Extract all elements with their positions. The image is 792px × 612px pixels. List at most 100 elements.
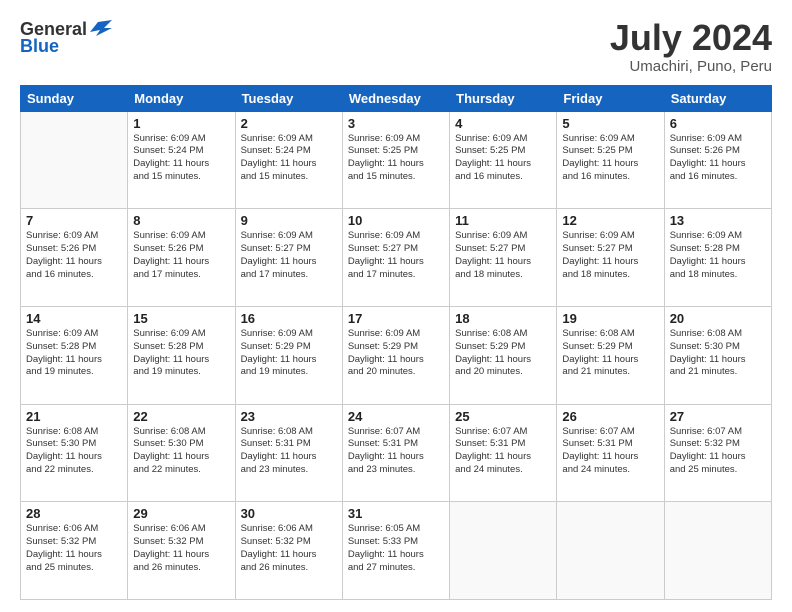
logo: General Blue [20, 18, 112, 57]
day-number: 29 [133, 506, 229, 521]
calendar-cell: 8 Sunrise: 6:09 AMSunset: 5:26 PMDaylight… [128, 209, 235, 307]
calendar-header-row: SundayMondayTuesdayWednesdayThursdayFrid… [21, 85, 772, 111]
calendar-cell: 4 Sunrise: 6:09 AMSunset: 5:25 PMDaylight… [450, 111, 557, 209]
day-info: Sunrise: 6:09 AMSunset: 5:28 PMDaylight:… [133, 328, 229, 379]
calendar-week-row: 14 Sunrise: 6:09 AMSunset: 5:28 PMDayligh… [21, 306, 772, 404]
calendar-week-row: 28 Sunrise: 6:06 AMSunset: 5:32 PMDayligh… [21, 502, 772, 600]
calendar-cell: 21Sunrise: 6:08 AMSunset: 5:30 PMDayligh… [21, 404, 128, 502]
calendar-table: SundayMondayTuesdayWednesdayThursdayFrid… [20, 85, 772, 600]
calendar-cell: 9 Sunrise: 6:09 AMSunset: 5:27 PMDaylight… [235, 209, 342, 307]
day-info: Sunrise: 6:09 AMSunset: 5:25 PMDaylight:… [455, 133, 551, 184]
day-info: Sunrise: 6:06 AMSunset: 5:32 PMDaylight:… [241, 523, 337, 574]
day-number: 14 [26, 311, 122, 326]
day-number: 4 [455, 116, 551, 131]
calendar-cell: 6Sunrise: 6:09 AMSunset: 5:26 PMDaylight… [664, 111, 771, 209]
calendar-cell: 31 Sunrise: 6:05 AMSunset: 5:33 PMDayligh… [342, 502, 449, 600]
day-number: 17 [348, 311, 444, 326]
day-info: Sunrise: 6:07 AMSunset: 5:31 PMDaylight:… [348, 426, 444, 477]
calendar-cell: 14 Sunrise: 6:09 AMSunset: 5:28 PMDayligh… [21, 306, 128, 404]
day-number: 1 [133, 116, 229, 131]
day-info: Sunrise: 6:09 AMSunset: 5:28 PMDaylight:… [26, 328, 122, 379]
day-info: Sunrise: 6:09 AMSunset: 5:27 PMDaylight:… [241, 230, 337, 281]
calendar-cell [557, 502, 664, 600]
calendar-cell [664, 502, 771, 600]
calendar-cell: 24Sunrise: 6:07 AMSunset: 5:31 PMDayligh… [342, 404, 449, 502]
calendar-header-sunday: Sunday [21, 85, 128, 111]
calendar-header-tuesday: Tuesday [235, 85, 342, 111]
calendar-cell: 23 Sunrise: 6:08 AMSunset: 5:31 PMDayligh… [235, 404, 342, 502]
calendar-week-row: 1 Sunrise: 6:09 AMSunset: 5:24 PMDaylight… [21, 111, 772, 209]
day-number: 12 [562, 213, 658, 228]
calendar-cell: 10 Sunrise: 6:09 AMSunset: 5:27 PMDayligh… [342, 209, 449, 307]
logo-blue-text: Blue [20, 36, 59, 57]
calendar-cell: 29Sunrise: 6:06 AMSunset: 5:32 PMDayligh… [128, 502, 235, 600]
calendar-header-wednesday: Wednesday [342, 85, 449, 111]
day-info: Sunrise: 6:09 AMSunset: 5:29 PMDaylight:… [348, 328, 444, 379]
calendar-cell: 13 Sunrise: 6:09 AMSunset: 5:28 PMDayligh… [664, 209, 771, 307]
calendar-cell: 27Sunrise: 6:07 AMSunset: 5:32 PMDayligh… [664, 404, 771, 502]
day-number: 9 [241, 213, 337, 228]
calendar-week-row: 7 Sunrise: 6:09 AMSunset: 5:26 PMDaylight… [21, 209, 772, 307]
day-info: Sunrise: 6:07 AMSunset: 5:31 PMDaylight:… [455, 426, 551, 477]
calendar-cell [21, 111, 128, 209]
calendar-cell: 19 Sunrise: 6:08 AMSunset: 5:29 PMDayligh… [557, 306, 664, 404]
calendar-cell [450, 502, 557, 600]
calendar-cell: 11 Sunrise: 6:09 AMSunset: 5:27 PMDayligh… [450, 209, 557, 307]
calendar-header-friday: Friday [557, 85, 664, 111]
day-number: 22 [133, 409, 229, 424]
calendar-cell: 18 Sunrise: 6:08 AMSunset: 5:29 PMDayligh… [450, 306, 557, 404]
day-number: 8 [133, 213, 229, 228]
day-number: 28 [26, 506, 122, 521]
location: Umachiri, Puno, Peru [610, 58, 772, 75]
day-number: 3 [348, 116, 444, 131]
day-number: 16 [241, 311, 337, 326]
day-info: Sunrise: 6:09 AMSunset: 5:28 PMDaylight:… [670, 230, 766, 281]
day-number: 11 [455, 213, 551, 228]
calendar-week-row: 21 Sunrise: 6:08 AMSunset: 5:30 PMDayligh… [21, 404, 772, 502]
day-info: Sunrise: 6:05 AMSunset: 5:33 PMDaylight:… [348, 523, 444, 574]
title-block: July 2024 Umachiri, Puno, Peru [610, 18, 772, 75]
day-info: Sunrise: 6:08 AMSunset: 5:29 PMDaylight:… [455, 328, 551, 379]
month-title: July 2024 [610, 18, 772, 58]
calendar-header-monday: Monday [128, 85, 235, 111]
calendar-cell: 3Sunrise: 6:09 AMSunset: 5:25 PMDaylight… [342, 111, 449, 209]
calendar-header-thursday: Thursday [450, 85, 557, 111]
day-number: 25 [455, 409, 551, 424]
calendar-header-saturday: Saturday [664, 85, 771, 111]
header: General Blue July 2024 Umachiri, Puno, P… [20, 18, 772, 75]
day-number: 10 [348, 213, 444, 228]
day-info: Sunrise: 6:09 AMSunset: 5:26 PMDaylight:… [133, 230, 229, 281]
day-info: Sunrise: 6:09 AMSunset: 5:24 PMDaylight:… [241, 133, 337, 184]
day-number: 2 [241, 116, 337, 131]
calendar-cell: 2 Sunrise: 6:09 AMSunset: 5:24 PMDaylight… [235, 111, 342, 209]
day-number: 6 [670, 116, 766, 131]
page: General Blue July 2024 Umachiri, Puno, P… [0, 0, 792, 612]
day-info: Sunrise: 6:08 AMSunset: 5:29 PMDaylight:… [562, 328, 658, 379]
day-info: Sunrise: 6:09 AMSunset: 5:27 PMDaylight:… [455, 230, 551, 281]
day-number: 26 [562, 409, 658, 424]
day-info: Sunrise: 6:08 AMSunset: 5:30 PMDaylight:… [133, 426, 229, 477]
day-number: 13 [670, 213, 766, 228]
day-number: 7 [26, 213, 122, 228]
day-info: Sunrise: 6:09 AMSunset: 5:29 PMDaylight:… [241, 328, 337, 379]
day-info: Sunrise: 6:09 AMSunset: 5:27 PMDaylight:… [562, 230, 658, 281]
calendar-cell: 15 Sunrise: 6:09 AMSunset: 5:28 PMDayligh… [128, 306, 235, 404]
day-info: Sunrise: 6:09 AMSunset: 5:26 PMDaylight:… [26, 230, 122, 281]
day-number: 23 [241, 409, 337, 424]
day-number: 27 [670, 409, 766, 424]
day-info: Sunrise: 6:09 AMSunset: 5:27 PMDaylight:… [348, 230, 444, 281]
calendar-cell: 17 Sunrise: 6:09 AMSunset: 5:29 PMDayligh… [342, 306, 449, 404]
calendar-cell: 1Sunrise: 6:09 AMSunset: 5:24 PMDaylight… [128, 111, 235, 209]
day-info: Sunrise: 6:08 AMSunset: 5:30 PMDaylight:… [670, 328, 766, 379]
calendar-cell: 30 Sunrise: 6:06 AMSunset: 5:32 PMDayligh… [235, 502, 342, 600]
calendar-cell: 28Sunrise: 6:06 AMSunset: 5:32 PMDayligh… [21, 502, 128, 600]
day-info: Sunrise: 6:08 AMSunset: 5:31 PMDaylight:… [241, 426, 337, 477]
day-info: Sunrise: 6:07 AMSunset: 5:31 PMDaylight:… [562, 426, 658, 477]
day-number: 21 [26, 409, 122, 424]
calendar-cell: 5Sunrise: 6:09 AMSunset: 5:25 PMDaylight… [557, 111, 664, 209]
day-number: 30 [241, 506, 337, 521]
day-number: 15 [133, 311, 229, 326]
day-number: 18 [455, 311, 551, 326]
day-number: 19 [562, 311, 658, 326]
day-number: 31 [348, 506, 444, 521]
